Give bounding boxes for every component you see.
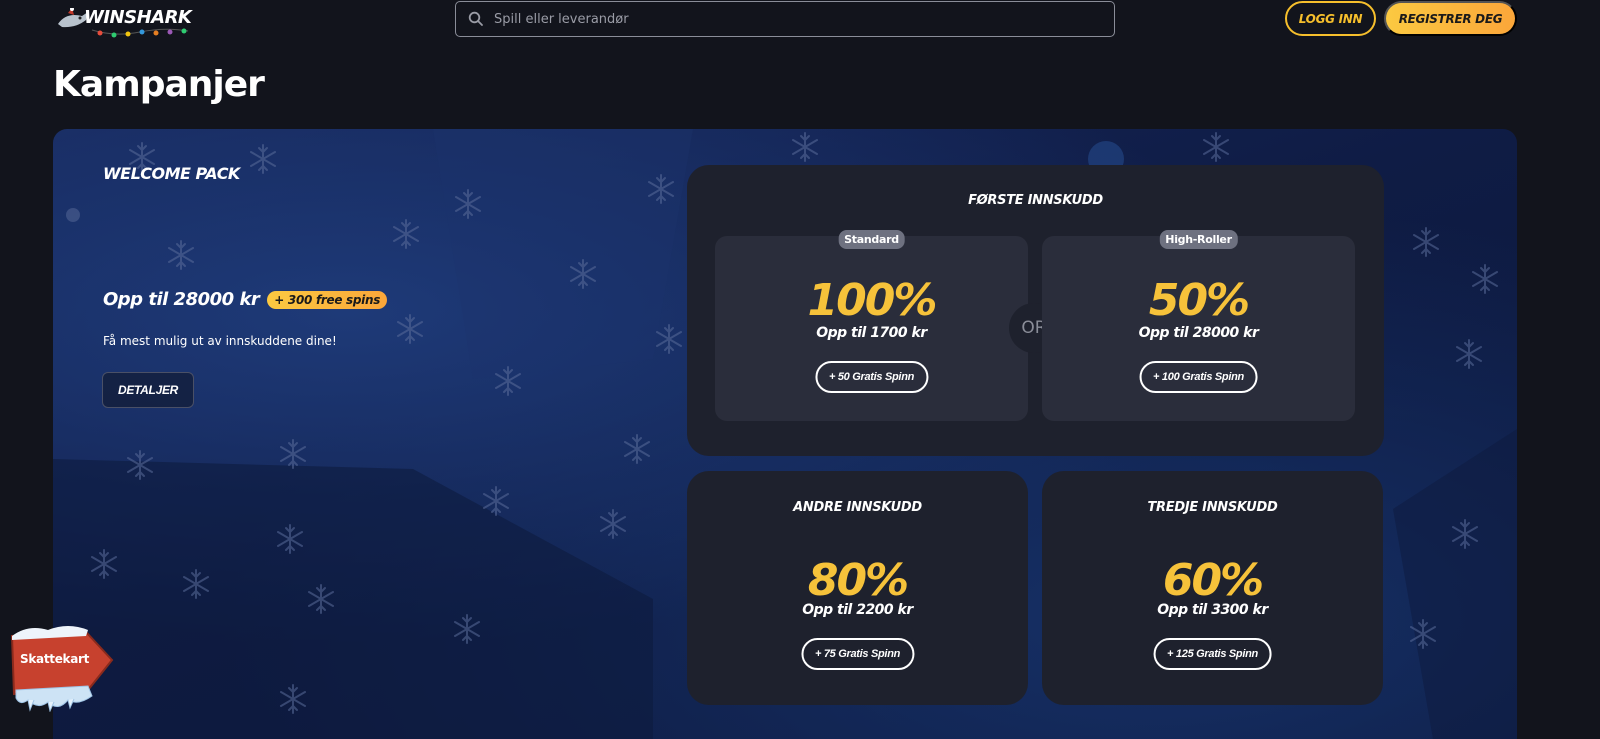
- second-deposit-upto: Opp til 2200 kr: [802, 602, 913, 618]
- logo-text: WINSHARK: [84, 7, 192, 28]
- standard-offer-card: Standard 100% Opp til 1700 kr + 50 Grati…: [715, 230, 1028, 421]
- standard-upto: Opp til 1700 kr: [816, 325, 927, 341]
- offer-amount: Opp til 28000 kr: [103, 289, 260, 310]
- treasure-map-label: Skattekart: [20, 652, 90, 666]
- standard-tag: Standard: [838, 230, 905, 249]
- high-roller-offer-card: High-Roller 50% Opp til 28000 kr + 100 G…: [1042, 230, 1355, 421]
- third-deposit-card: TREDJE INNSKUDD 60% Opp til 3300 kr + 12…: [1042, 471, 1383, 705]
- treasure-map-button[interactable]: Skattekart: [8, 620, 116, 713]
- standard-percent: 100%: [807, 275, 938, 326]
- search-bar[interactable]: [455, 1, 1115, 37]
- search-icon: [468, 11, 483, 26]
- login-button[interactable]: LOGG INN: [1285, 1, 1376, 36]
- search-input[interactable]: [494, 11, 1114, 27]
- offer-subtitle: Få mest mulig ut av innskuddene dine!: [103, 334, 337, 348]
- high-roller-tag: High-Roller: [1159, 230, 1238, 249]
- high-roller-upto: Opp til 28000 kr: [1138, 325, 1259, 341]
- details-button[interactable]: DETALJER: [102, 372, 194, 408]
- third-deposit-percent: 60%: [1162, 555, 1264, 606]
- third-deposit-upto: Opp til 3300 kr: [1157, 602, 1268, 618]
- first-deposit-card: FØRSTE INNSKUDD Standard 100% Opp til 17…: [687, 165, 1384, 456]
- header: WINSHARK LOGG INN REGISTRER DEG: [0, 0, 1600, 38]
- page-title: Kampanjer: [53, 64, 265, 105]
- standard-spins-button[interactable]: + 50 Gratis Spinn: [814, 361, 929, 393]
- welcome-pack-panel: WELCOME PACK Opp til 28000 kr + 300 free…: [53, 129, 1517, 739]
- second-deposit-percent: 80%: [807, 555, 909, 606]
- sign-icon: [10, 626, 114, 713]
- third-deposit-title: TREDJE INNSKUDD: [1147, 500, 1278, 515]
- welcome-offer: Opp til 28000 kr + 300 free spins: [103, 289, 388, 310]
- first-deposit-title: FØRSTE INNSKUDD: [968, 193, 1103, 208]
- third-deposit-spins-button[interactable]: + 125 Gratis Spinn: [1153, 638, 1272, 670]
- welcome-pack-title: WELCOME PACK: [103, 164, 240, 183]
- lights-icon: [91, 28, 189, 38]
- high-roller-spins-button[interactable]: + 100 Gratis Spinn: [1139, 361, 1258, 393]
- second-deposit-spins-button[interactable]: + 75 Gratis Spinn: [800, 638, 915, 670]
- second-deposit-title: ANDRE INNSKUDD: [793, 500, 922, 515]
- logo[interactable]: WINSHARK: [54, 2, 194, 38]
- second-deposit-card: ANDRE INNSKUDD 80% Opp til 2200 kr + 75 …: [687, 471, 1028, 705]
- free-spins-badge: + 300 free spins: [267, 290, 388, 309]
- high-roller-percent: 50%: [1148, 275, 1250, 326]
- register-button[interactable]: REGISTRER DEG: [1384, 1, 1517, 36]
